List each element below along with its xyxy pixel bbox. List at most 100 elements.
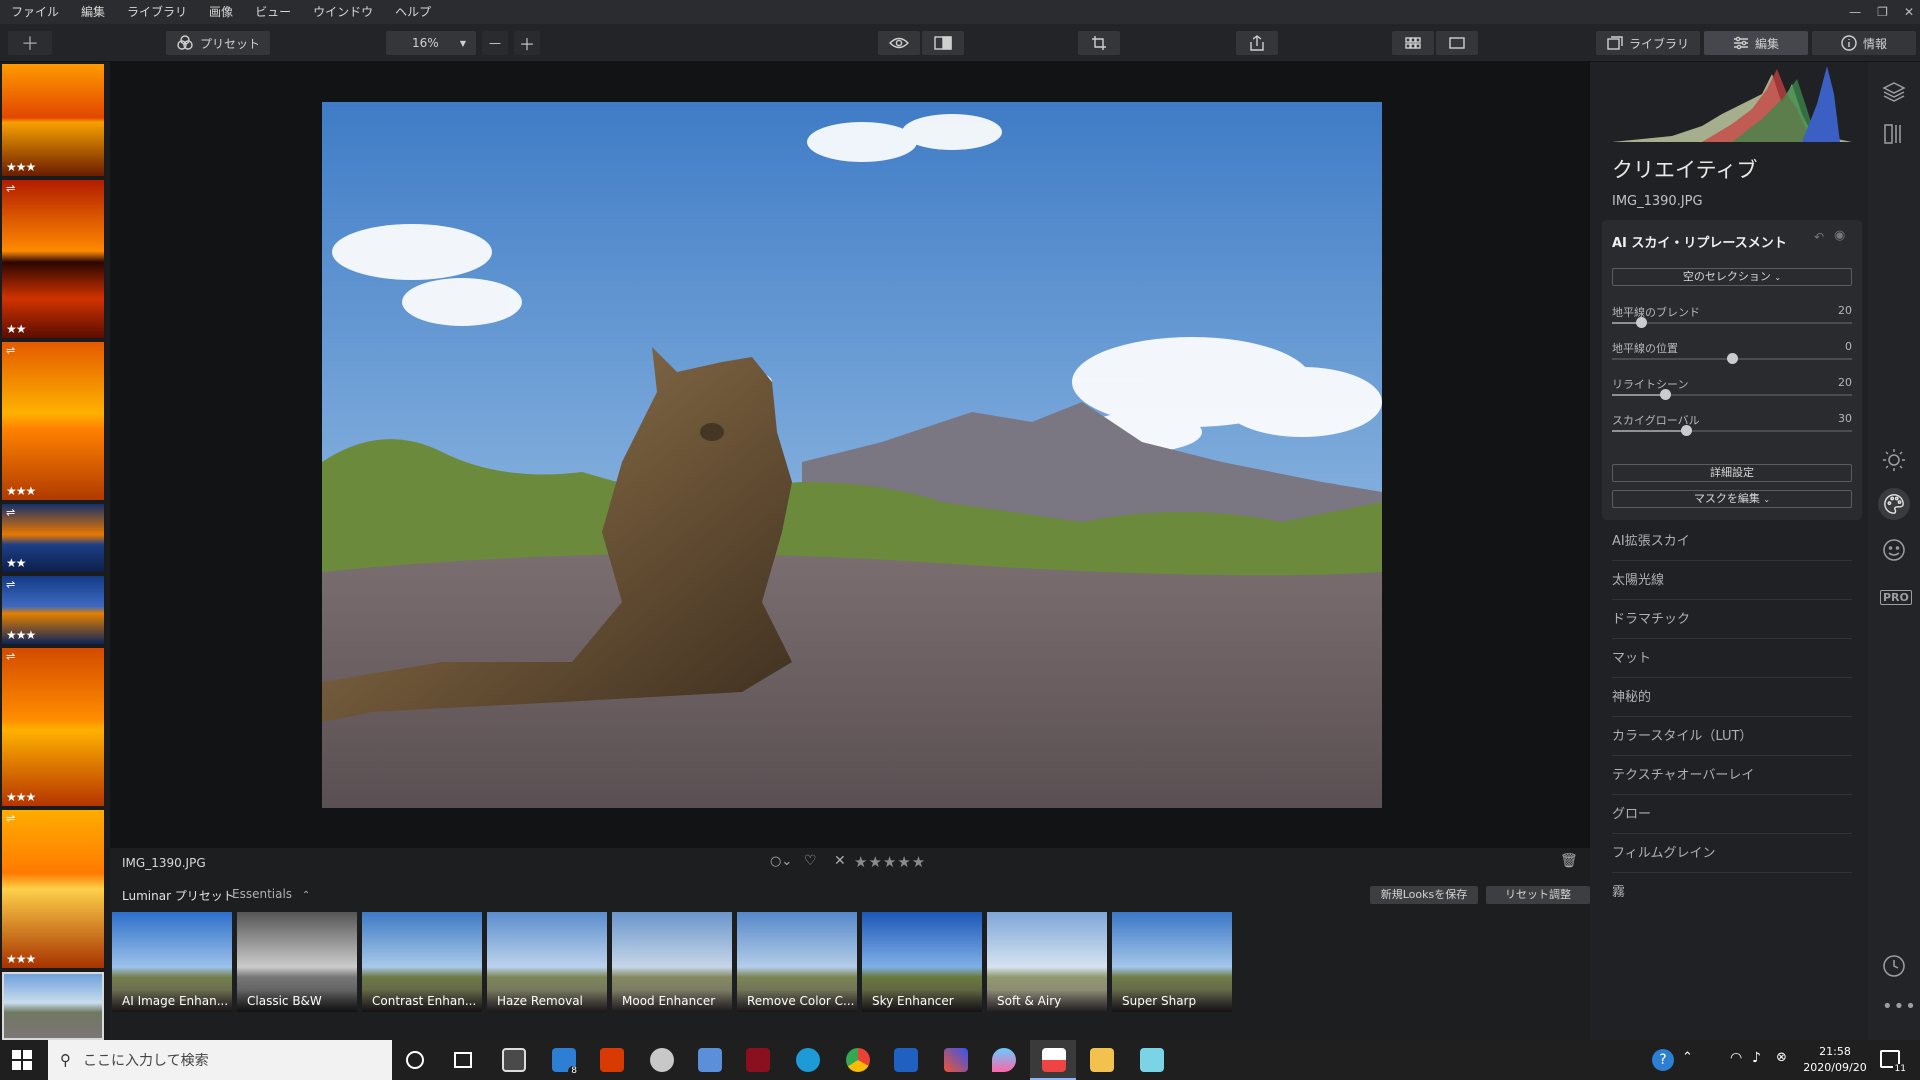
slider-knob[interactable] bbox=[1727, 353, 1738, 364]
crop-button[interactable] bbox=[1078, 31, 1120, 55]
color-label-dropdown[interactable]: ○⌄ bbox=[770, 854, 792, 869]
luminar-icon[interactable] bbox=[1042, 1048, 1066, 1072]
tool-ai-augmented-sky[interactable]: AI拡張スカイ bbox=[1612, 522, 1852, 561]
app-icon[interactable] bbox=[894, 1048, 918, 1072]
menu-library[interactable]: ライブラリ bbox=[116, 0, 198, 24]
layers-icon[interactable] bbox=[1882, 80, 1906, 104]
edge-icon[interactable] bbox=[796, 1048, 820, 1072]
reject-icon[interactable]: ✕ bbox=[834, 853, 846, 869]
clock[interactable]: 21:58 2020/09/20 bbox=[1790, 1044, 1880, 1076]
thumbnail[interactable]: ⇌ ★★★ bbox=[2, 576, 104, 644]
tool-title[interactable]: AI スカイ・リプレースメント bbox=[1612, 232, 1787, 251]
menu-image[interactable]: 画像 bbox=[198, 0, 244, 24]
grid-view-button[interactable] bbox=[1392, 31, 1434, 55]
thumbnail[interactable]: ⇌ ★★★ bbox=[2, 342, 104, 500]
pro-icon[interactable]: PRO bbox=[1880, 590, 1912, 605]
thumbnail[interactable]: ⇌ ★★ bbox=[2, 504, 104, 572]
tool-matte[interactable]: マット bbox=[1612, 639, 1852, 678]
zoom-out-button[interactable]: — bbox=[482, 31, 508, 55]
app-icon[interactable] bbox=[992, 1048, 1016, 1072]
preset-thumbnail[interactable]: AI Image Enhan... bbox=[112, 912, 232, 1012]
preset-thumbnail[interactable]: Mood Enhancer bbox=[612, 912, 732, 1012]
tool-fog[interactable]: 霧 bbox=[1612, 873, 1852, 912]
slider-horizon-position[interactable]: 地平線の位置 0 bbox=[1612, 340, 1852, 364]
tool-mystical[interactable]: 神秘的 bbox=[1612, 678, 1852, 717]
menu-file[interactable]: ファイル bbox=[0, 0, 70, 24]
preset-category[interactable]: Luminar プリセット bbox=[122, 887, 235, 904]
slider-knob[interactable] bbox=[1660, 389, 1671, 400]
calculator-icon[interactable] bbox=[698, 1048, 722, 1072]
menu-view[interactable]: ビュー bbox=[244, 0, 302, 24]
tool-dramatic[interactable]: ドラマチック bbox=[1612, 600, 1852, 639]
tab-edit[interactable]: 編集 bbox=[1704, 31, 1808, 55]
sky-selection-dropdown[interactable]: 空のセレクション ⌄ bbox=[1612, 268, 1852, 286]
notification-icon[interactable]: 11 bbox=[1880, 1050, 1908, 1074]
canvas-icon[interactable] bbox=[1882, 122, 1906, 146]
office-icon[interactable] bbox=[600, 1048, 624, 1072]
slider-sky-global[interactable]: スカイグローバル 30 bbox=[1612, 412, 1852, 436]
preset-thumbnail[interactable]: Classic B&W bbox=[237, 912, 357, 1012]
minimize-icon[interactable]: — bbox=[1849, 5, 1861, 19]
windows-start-icon[interactable] bbox=[12, 1050, 32, 1070]
tool-sun-rays[interactable]: 太陽光線 bbox=[1612, 561, 1852, 600]
menu-help[interactable]: ヘルプ bbox=[384, 0, 442, 24]
reset-adjustments-button[interactable]: リセット調整 bbox=[1486, 886, 1590, 904]
more-options-icon[interactable]: ••• bbox=[1882, 996, 1917, 1017]
chrome-icon[interactable] bbox=[846, 1048, 870, 1072]
creative-palette-icon[interactable] bbox=[1878, 488, 1910, 520]
app-icon[interactable] bbox=[1140, 1048, 1164, 1072]
slider-knob[interactable] bbox=[1681, 425, 1692, 436]
tool-film-grain[interactable]: フィルムグレイン bbox=[1612, 834, 1852, 873]
undo-icon[interactable]: ↶ bbox=[1814, 230, 1824, 244]
preview-toggle-button[interactable] bbox=[878, 31, 920, 55]
file-explorer-icon[interactable] bbox=[1090, 1048, 1114, 1072]
tool-texture-overlay[interactable]: テクスチャオーバーレイ bbox=[1612, 756, 1852, 795]
app-icon[interactable] bbox=[944, 1048, 968, 1072]
preset-thumbnail[interactable]: Haze Removal bbox=[487, 912, 607, 1012]
thumbnail[interactable]: ⇌ ★★ bbox=[2, 180, 104, 338]
menu-window[interactable]: ウインドウ bbox=[302, 0, 384, 24]
preset-collection-dropdown[interactable]: Essentials ⌃ bbox=[232, 887, 310, 901]
thumbnail[interactable]: ⇌ ★★★ bbox=[2, 810, 104, 968]
thumbnail[interactable]: ⇌ ★★★ bbox=[2, 648, 104, 806]
zoom-select[interactable]: 16% ▼ bbox=[386, 31, 476, 55]
slider-relight-scene[interactable]: リライトシーン 20 bbox=[1612, 376, 1852, 400]
preset-thumbnail[interactable]: Sky Enhancer bbox=[862, 912, 982, 1012]
single-view-button[interactable] bbox=[1436, 31, 1478, 55]
history-clock-icon[interactable] bbox=[1882, 954, 1906, 978]
add-button[interactable]: ＋ bbox=[8, 31, 52, 55]
network-icon[interactable]: ◠ bbox=[1730, 1050, 1742, 1066]
menu-edit[interactable]: 編集 bbox=[70, 0, 116, 24]
share-button[interactable] bbox=[1236, 31, 1278, 55]
preset-thumbnail[interactable]: Remove Color C... bbox=[737, 912, 857, 1012]
maximize-icon[interactable]: ❐ bbox=[1877, 5, 1888, 19]
tool-color-styles-lut[interactable]: カラースタイル（LUT） bbox=[1612, 717, 1852, 756]
zoom-in-button[interactable]: ＋ bbox=[514, 31, 540, 55]
tab-library[interactable]: ライブラリ bbox=[1596, 31, 1700, 55]
store-icon[interactable] bbox=[502, 1048, 526, 1072]
help-icon[interactable]: ? bbox=[1652, 1049, 1674, 1071]
essentials-sun-icon[interactable] bbox=[1882, 448, 1906, 472]
preset-thumbnail[interactable]: Contrast Enhan... bbox=[362, 912, 482, 1012]
presets-button[interactable]: プリセット bbox=[166, 31, 270, 55]
preset-thumbnail[interactable]: Super Sharp bbox=[1112, 912, 1232, 1012]
thumbnail[interactable]: ★★★ bbox=[2, 64, 104, 176]
thumbnail-selected[interactable] bbox=[2, 972, 104, 1040]
close-icon[interactable]: ✕ bbox=[1904, 5, 1914, 19]
search-input[interactable]: ⚲ ここに入力して検索 bbox=[48, 1040, 392, 1080]
cortana-icon[interactable] bbox=[406, 1051, 424, 1069]
advanced-settings-button[interactable]: 詳細設定 bbox=[1612, 464, 1852, 482]
heart-icon[interactable]: ♡ bbox=[804, 853, 817, 869]
tool-glow[interactable]: グロー bbox=[1612, 795, 1852, 834]
portrait-face-icon[interactable] bbox=[1882, 538, 1906, 562]
rating-stars[interactable]: ★★★★★ bbox=[854, 853, 926, 871]
tab-info[interactable]: 情報 bbox=[1812, 31, 1916, 55]
slider-horizon-blend[interactable]: 地平線のブレンド 20 bbox=[1612, 304, 1852, 328]
slider-knob[interactable] bbox=[1636, 317, 1647, 328]
app-icon[interactable] bbox=[746, 1048, 770, 1072]
main-photo[interactable] bbox=[322, 102, 1382, 808]
app-tray-icon[interactable]: ⊗ bbox=[1776, 1050, 1787, 1065]
preset-thumbnail[interactable]: Soft & Airy bbox=[987, 912, 1107, 1012]
compare-button[interactable] bbox=[922, 31, 964, 55]
mail-icon[interactable]: 8 bbox=[552, 1048, 580, 1076]
